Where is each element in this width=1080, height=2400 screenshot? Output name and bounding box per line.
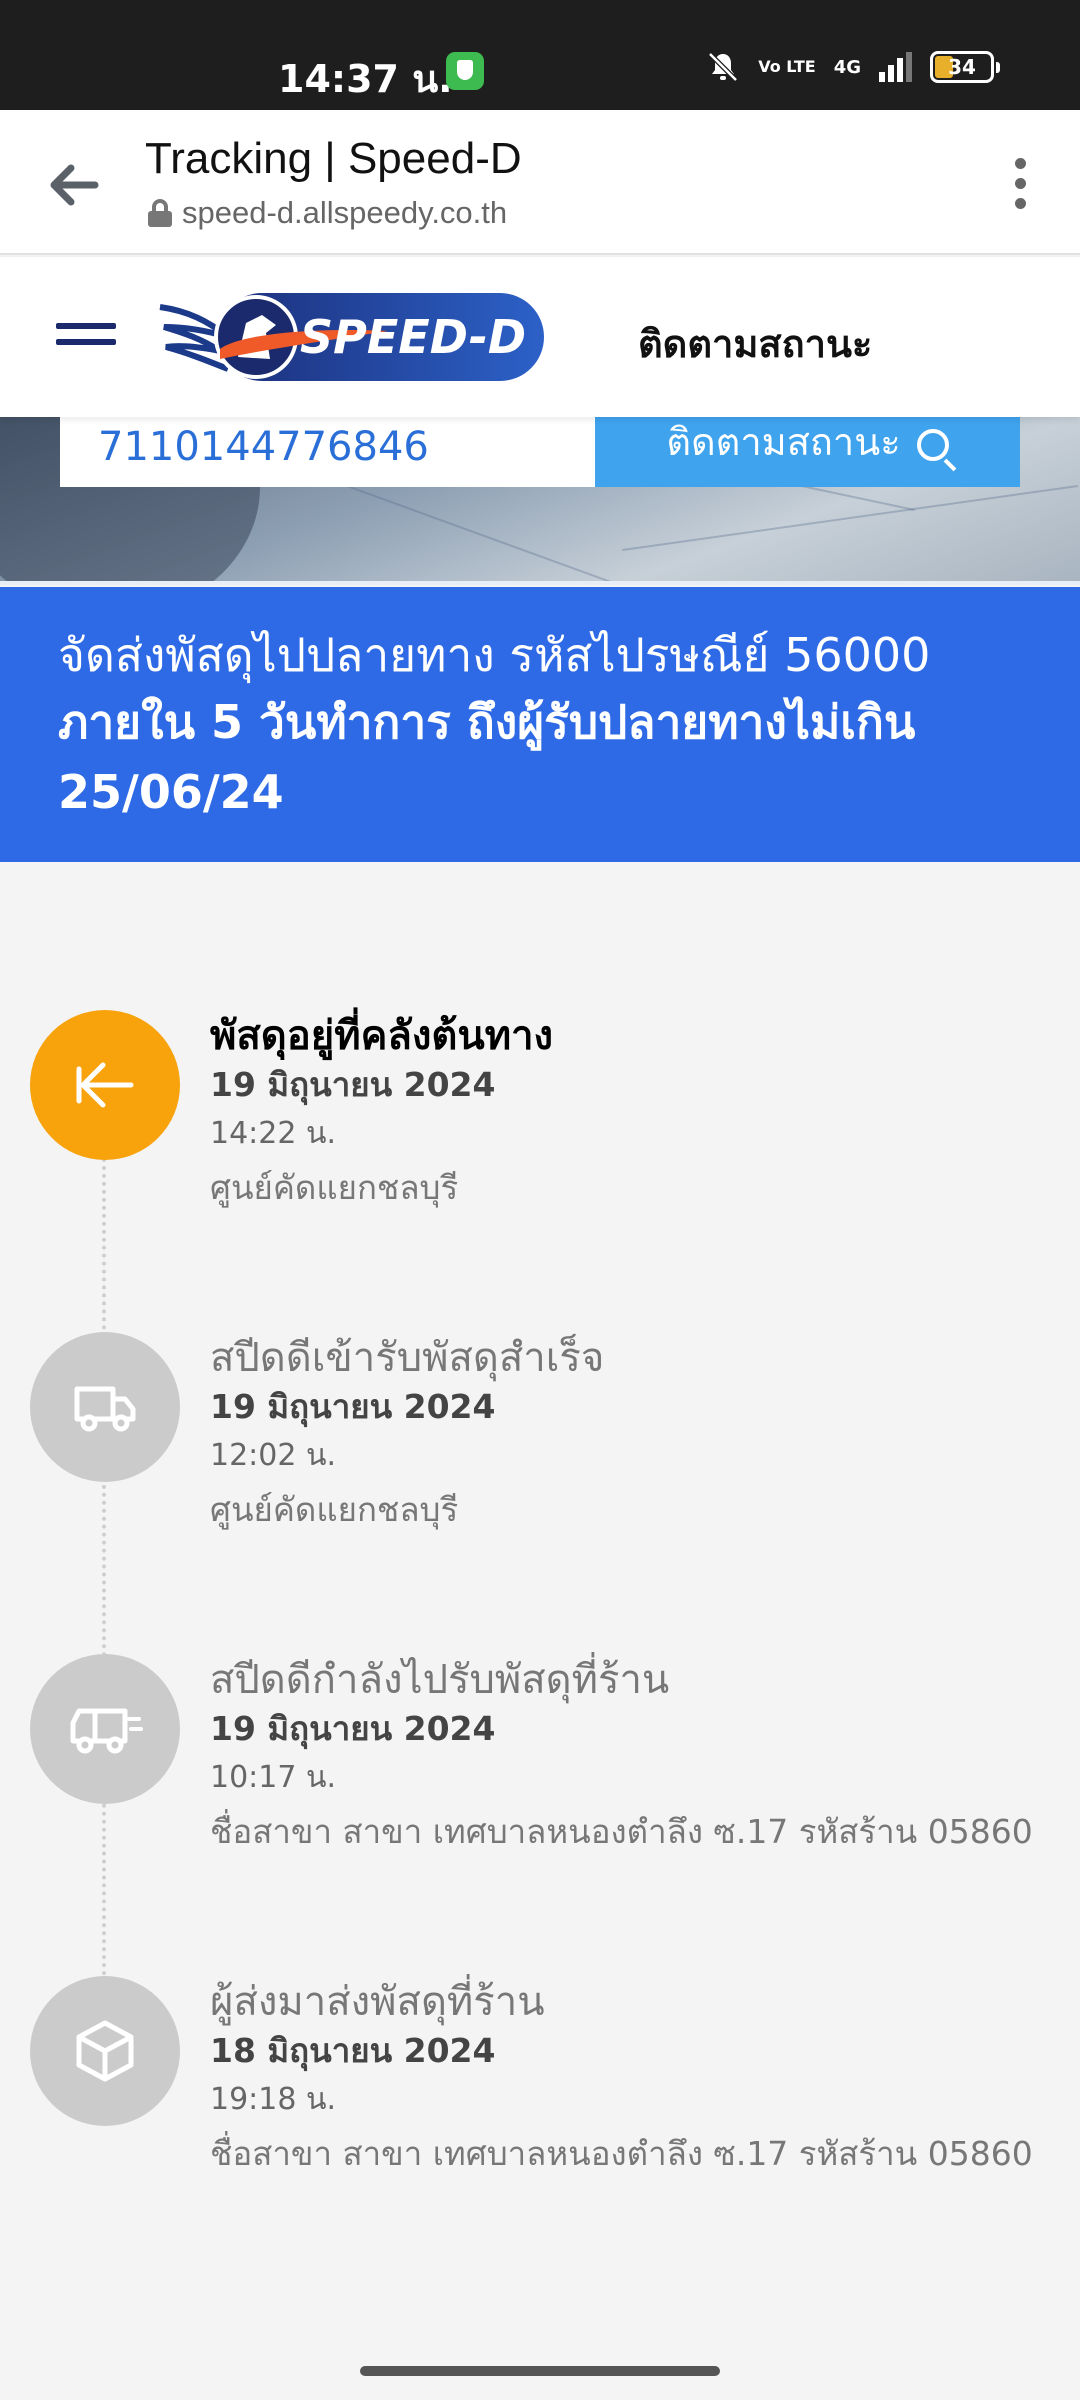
lock-icon bbox=[148, 199, 172, 227]
hamburger-menu-icon[interactable] bbox=[56, 323, 116, 353]
timeline-connector bbox=[102, 1150, 106, 2040]
url-text: speed-d.allspeedy.co.th bbox=[182, 195, 508, 230]
step-date: 19 มิถุนายน 2024 bbox=[210, 1065, 496, 1104]
site-header: SPEED-D ติดตามสถานะ bbox=[0, 257, 1080, 417]
browser-toolbar: Tracking | Speed-D speed-d.allspeedy.co.… bbox=[0, 110, 1080, 255]
gesture-nav-handle[interactable] bbox=[360, 2366, 720, 2376]
url-bar[interactable]: speed-d.allspeedy.co.th bbox=[148, 195, 507, 231]
step-date: 19 มิถุนายน 2024 bbox=[210, 1387, 496, 1426]
banner-eta: ภายใน 5 วันทำการ ถึงผู้รับปลายทางไม่เกิน bbox=[58, 695, 916, 749]
truck-icon bbox=[30, 1332, 180, 1482]
status-time: 14:37 น. bbox=[278, 57, 453, 101]
step-title: สปีดดีเข้ารับพัสดุสำเร็จ bbox=[210, 1335, 605, 1381]
step-title: สปีดดีกำลังไปรับพัสดุที่ร้าน bbox=[210, 1657, 670, 1703]
step-date: 19 มิถุนายน 2024 bbox=[210, 1709, 496, 1748]
more-options-icon[interactable] bbox=[990, 148, 1050, 218]
banner-destination: จัดส่งพัสดุไปปลายทาง รหัสไปรษณีย์ 56000 bbox=[58, 628, 931, 682]
status-bar: 14:37 น. Vo LTE 4G 34 bbox=[0, 0, 1080, 110]
signal-icon bbox=[879, 52, 912, 82]
step-title: พัสดุอยู่ที่คลังต้นทาง bbox=[210, 1013, 554, 1059]
delivery-estimate-banner: จัดส่งพัสดุไปปลายทาง รหัสไปรษณีย์ 56000 … bbox=[0, 587, 1080, 862]
track-button-label: ติดตามสถานะ bbox=[666, 420, 901, 464]
step-location: ศูนย์คัดแยกชลบุรี bbox=[210, 1168, 459, 1207]
step-time: 14:22 น. bbox=[210, 1116, 337, 1151]
step-date: 18 มิถุนายน 2024 bbox=[210, 2031, 496, 2070]
moving-truck-icon bbox=[30, 1654, 180, 1804]
step-title: ผู้ส่งมาส่งพัสดุที่ร้าน bbox=[210, 1979, 545, 2025]
battery-level: 34 bbox=[948, 55, 976, 79]
volte-indicator: Vo LTE bbox=[758, 57, 816, 76]
package-icon bbox=[30, 1976, 180, 2126]
network-type: 4G bbox=[833, 56, 861, 78]
shield-icon bbox=[446, 52, 484, 90]
tracking-number-input[interactable]: 7110144776846 bbox=[60, 417, 595, 487]
browser-page-title: Tracking | Speed-D bbox=[145, 134, 522, 183]
step-time: 12:02 น. bbox=[210, 1438, 337, 1473]
step-location: ชื่อสาขา สาขา เทศบาลหนองตำลึง ซ.17 รหัสร… bbox=[210, 1812, 1033, 1851]
battery-icon: 34 bbox=[930, 51, 1000, 83]
back-arrow-icon[interactable] bbox=[38, 150, 108, 220]
logo-text: SPEED-D bbox=[300, 310, 526, 364]
mute-bell-icon bbox=[708, 52, 738, 82]
track-status-button[interactable]: ติดตามสถานะ bbox=[595, 417, 1020, 487]
speed-d-logo[interactable]: SPEED-D bbox=[158, 287, 548, 385]
search-icon bbox=[916, 428, 949, 461]
nav-track-status[interactable]: ติดตามสถานะ bbox=[638, 313, 872, 374]
step-location: ชื่อสาขา สาขา เทศบาลหนองตำลึง ซ.17 รหัสร… bbox=[210, 2134, 1033, 2173]
step-location: ศูนย์คัดแยกชลบุรี bbox=[210, 1490, 459, 1529]
banner-eta-date: 25/06/24 bbox=[58, 765, 284, 819]
status-icons: Vo LTE 4G 34 bbox=[706, 50, 1000, 84]
step-time: 10:17 น. bbox=[210, 1760, 337, 1795]
step-time: 19:18 น. bbox=[210, 2082, 337, 2117]
warehouse-arrow-icon bbox=[30, 1010, 180, 1160]
hero-search-section: 7110144776846 ติดตามสถานะ bbox=[0, 417, 1080, 585]
